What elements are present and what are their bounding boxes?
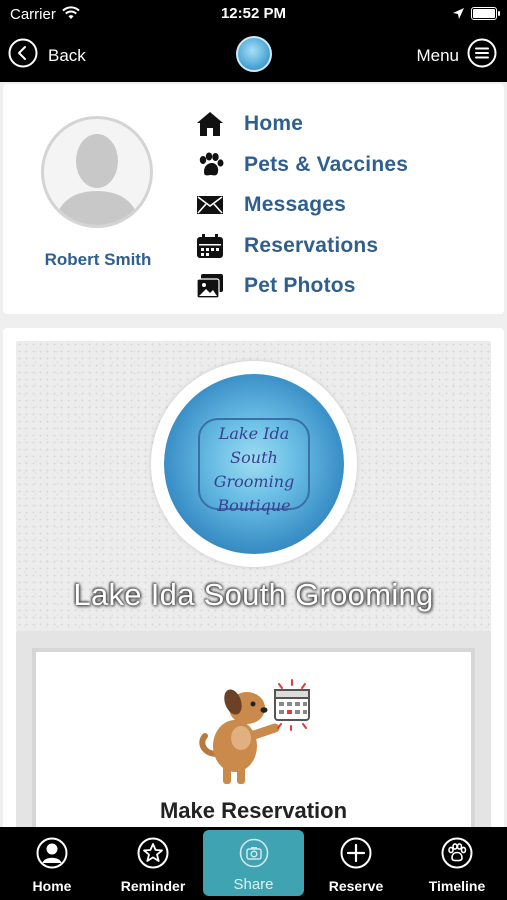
tab-bar: Home Reminder Share Reserve Timeline — [0, 827, 507, 900]
dog-calendar-icon — [195, 674, 313, 791]
business-logo-icon[interactable] — [236, 36, 272, 72]
house-icon — [196, 110, 228, 138]
business-hero: Lake Ida South Grooming Boutique Lake Id… — [16, 341, 491, 631]
avatar[interactable] — [41, 116, 153, 228]
photos-icon — [196, 272, 228, 300]
menu-label: Menu — [416, 45, 459, 65]
menu-item-pet-photos[interactable]: Pet Photos — [196, 266, 408, 307]
hamburger-circle-icon — [467, 38, 497, 73]
profile-menu: Home Pets & Vaccines Messages Reservatio… — [196, 104, 408, 307]
tab-reminder[interactable]: Reminder — [112, 827, 194, 900]
main-content[interactable]: Robert Smith Home Pets & Vaccines Messag… — [0, 82, 507, 827]
person-circle-icon — [36, 837, 68, 869]
battery-icon — [471, 7, 500, 20]
location-arrow-icon — [452, 7, 465, 25]
back-button[interactable]: Back — [8, 38, 86, 73]
envelope-icon — [196, 191, 228, 219]
back-label: Back — [48, 45, 86, 65]
menu-item-label: Pets & Vaccines — [244, 152, 409, 176]
menu-item-home[interactable]: Home — [196, 104, 408, 145]
tab-label: Timeline — [428, 878, 486, 894]
menu-item-reservations[interactable]: Reservations — [196, 226, 408, 267]
calendar-icon — [196, 232, 228, 260]
business-logo-text: Lake Ida South Grooming Boutique — [213, 424, 295, 515]
camera-icon — [238, 837, 270, 869]
menu-button[interactable]: Menu — [416, 38, 497, 73]
tab-reserve[interactable]: Reserve — [318, 827, 394, 900]
plus-circle-icon — [340, 837, 372, 869]
menu-item-pets-vaccines[interactable]: Pets & Vaccines — [196, 145, 408, 186]
tab-label: Reminder — [120, 878, 186, 894]
tab-timeline[interactable]: Timeline — [419, 827, 495, 900]
make-reservation-label: Make Reservation — [159, 798, 348, 823]
star-circle-icon — [137, 837, 169, 869]
tab-home[interactable]: Home — [14, 827, 90, 900]
tab-label: Home — [32, 878, 72, 894]
user-name: Robert Smith — [44, 250, 152, 269]
paw-icon — [196, 151, 228, 179]
status-bar: Carrier 12:52 PM — [0, 0, 507, 30]
menu-item-label: Messages — [244, 193, 346, 217]
menu-item-label: Home — [244, 112, 304, 136]
tab-label: Reserve — [328, 878, 384, 894]
business-card: Lake Ida South Grooming Boutique Lake Id… — [3, 328, 504, 827]
paw-circle-icon — [441, 837, 473, 869]
business-logo: Lake Ida South Grooming Boutique — [151, 361, 357, 567]
action-area: Make Reservation — [16, 631, 491, 827]
menu-item-label: Pet Photos — [244, 274, 356, 298]
business-name: Lake Ida South Grooming — [73, 577, 434, 612]
nav-bar: Back Menu — [0, 30, 507, 82]
chevron-left-circle-icon — [8, 38, 38, 73]
profile-card: Robert Smith Home Pets & Vaccines Messag… — [3, 84, 504, 314]
clock: 12:52 PM — [220, 5, 287, 22]
person-silhouette-icon — [54, 134, 140, 225]
tab-label: Share — [233, 876, 274, 893]
tab-share[interactable]: Share — [203, 830, 304, 896]
make-reservation-button[interactable]: Make Reservation — [32, 648, 475, 827]
menu-item-messages[interactable]: Messages — [196, 185, 408, 226]
menu-item-label: Reservations — [244, 233, 379, 257]
